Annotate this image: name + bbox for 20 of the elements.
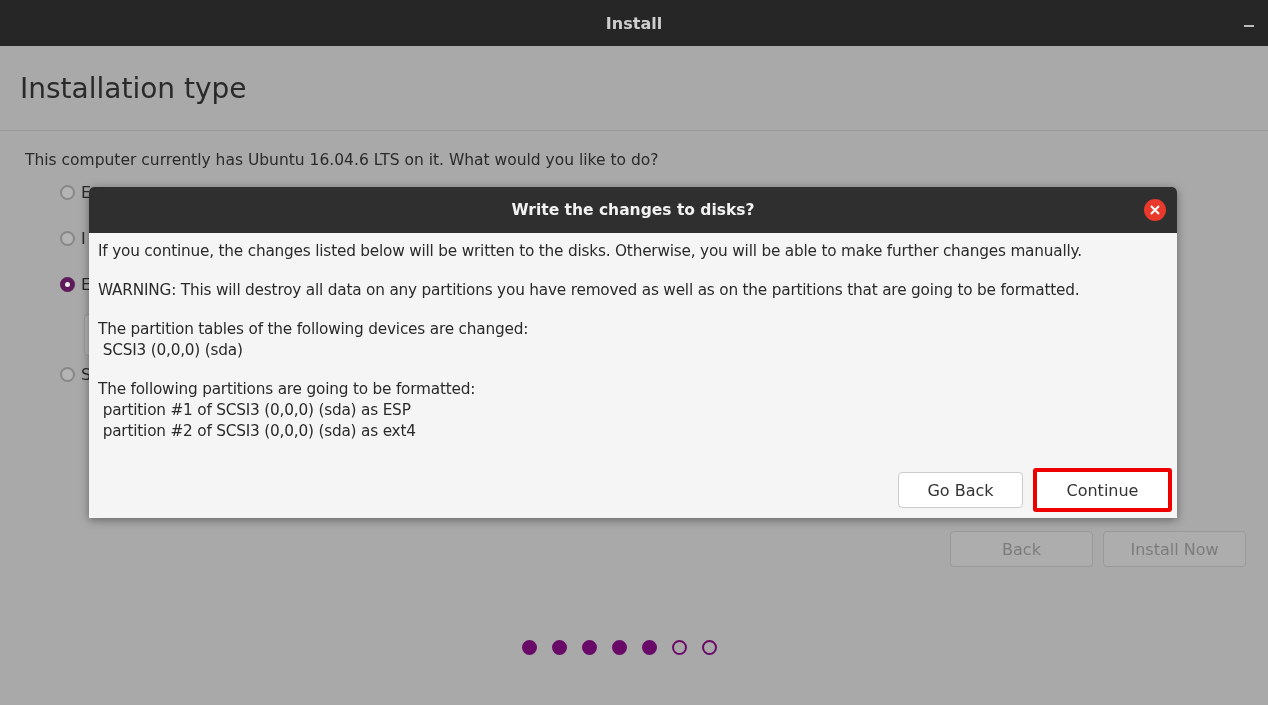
dialog-text: The following partitions are going to be formatted:	[98, 379, 477, 400]
radio-button[interactable]	[60, 185, 75, 200]
radio-button[interactable]	[60, 231, 75, 246]
dialog-title: Write the changes to disks?	[511, 201, 755, 219]
close-icon[interactable]	[1144, 199, 1166, 221]
radio-button[interactable]	[60, 367, 75, 382]
window-title: Install	[605, 13, 663, 33]
dialog-text: WARNING: This will destroy all data on any partitions you have removed as well as on the partitions that are going to be formatted.	[98, 280, 1081, 301]
dialog-text: partition #1 of SCSI3 (0,0,0) (sda) as ESP	[101, 400, 412, 421]
dialog-text: The partition tables of the following devices are changed:	[98, 319, 530, 340]
minimize-icon[interactable]	[1244, 25, 1254, 27]
radio-button[interactable]	[60, 277, 75, 292]
dialog-text: If you continue, the changes listed below will be written to the disks. Otherwise, you will be able to make further changes manually.	[98, 241, 1083, 262]
option-label: I	[81, 229, 86, 248]
dialog-button[interactable]: Continue	[1033, 468, 1172, 512]
dialog-text: partition #2 of SCSI3 (0,0,0) (sda) as ext4	[101, 421, 417, 442]
dialog-text: SCSI3 (0,0,0) (sda)	[101, 340, 244, 361]
dialog-button[interactable]: Go Back	[898, 472, 1023, 508]
page-heading: Installation type	[20, 71, 247, 105]
question-text: This computer currently has Ubuntu 16.04.6 LTS on it. What would you like to do?	[25, 151, 660, 169]
